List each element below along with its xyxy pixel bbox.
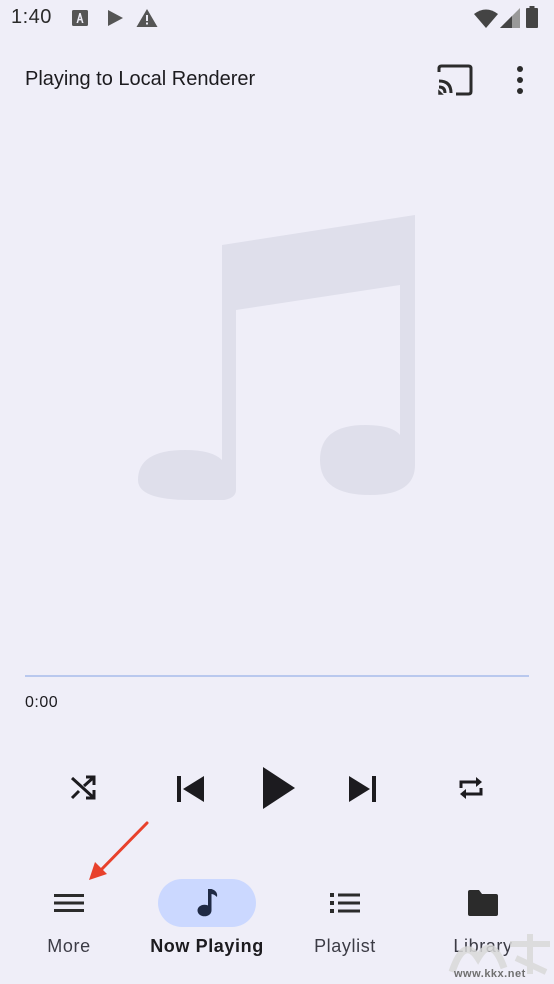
nav-label: More <box>47 936 91 956</box>
status-bar: 1:40 <box>0 0 554 38</box>
more-vertical-icon <box>517 66 523 94</box>
status-time: 1:40 <box>11 6 52 28</box>
play-button[interactable] <box>252 761 302 815</box>
music-note-icon <box>197 889 218 917</box>
play-store-icon <box>108 10 123 26</box>
seek-bar[interactable] <box>25 675 529 677</box>
music-note-icon <box>138 215 415 502</box>
repeat-button[interactable] <box>450 767 492 809</box>
font-download-icon <box>72 10 88 26</box>
repeat-icon <box>459 777 483 799</box>
nav-indicator <box>37 879 101 927</box>
album-art <box>130 210 430 502</box>
signal-icon <box>500 8 520 28</box>
wifi-icon <box>474 9 498 28</box>
nav-indicator <box>313 879 377 927</box>
page-title: Playing to Local Renderer <box>25 68 256 90</box>
shuffle-icon <box>70 775 96 800</box>
nav-indicator-active <box>158 879 256 927</box>
cast-button[interactable] <box>434 60 476 100</box>
menu-icon <box>54 894 84 912</box>
shuffle-button[interactable] <box>62 767 104 809</box>
nav-item-more[interactable]: More <box>0 870 138 970</box>
folder-icon <box>468 890 498 916</box>
skip-next-icon <box>349 776 376 802</box>
overflow-menu-button[interactable] <box>506 60 534 100</box>
nav-indicator <box>451 879 515 927</box>
nav-label: Now Playing <box>150 936 264 956</box>
play-icon <box>263 767 295 809</box>
nav-label: Playlist <box>314 936 376 956</box>
list-icon <box>330 893 360 913</box>
warning-icon <box>136 9 158 27</box>
top-app-bar: Playing to Local Renderer <box>0 50 554 110</box>
skip-previous-icon <box>177 776 204 802</box>
annotation-arrow <box>89 821 149 880</box>
battery-icon <box>526 6 538 28</box>
next-button[interactable] <box>341 767 385 811</box>
nav-item-now-playing[interactable]: Now Playing <box>138 870 276 970</box>
nav-item-playlist[interactable]: Playlist <box>276 870 414 970</box>
cast-icon <box>437 64 473 96</box>
current-position: 0:00 <box>25 694 59 711</box>
watermark-text: www.kkx.net <box>454 968 526 980</box>
previous-button[interactable] <box>168 767 212 811</box>
